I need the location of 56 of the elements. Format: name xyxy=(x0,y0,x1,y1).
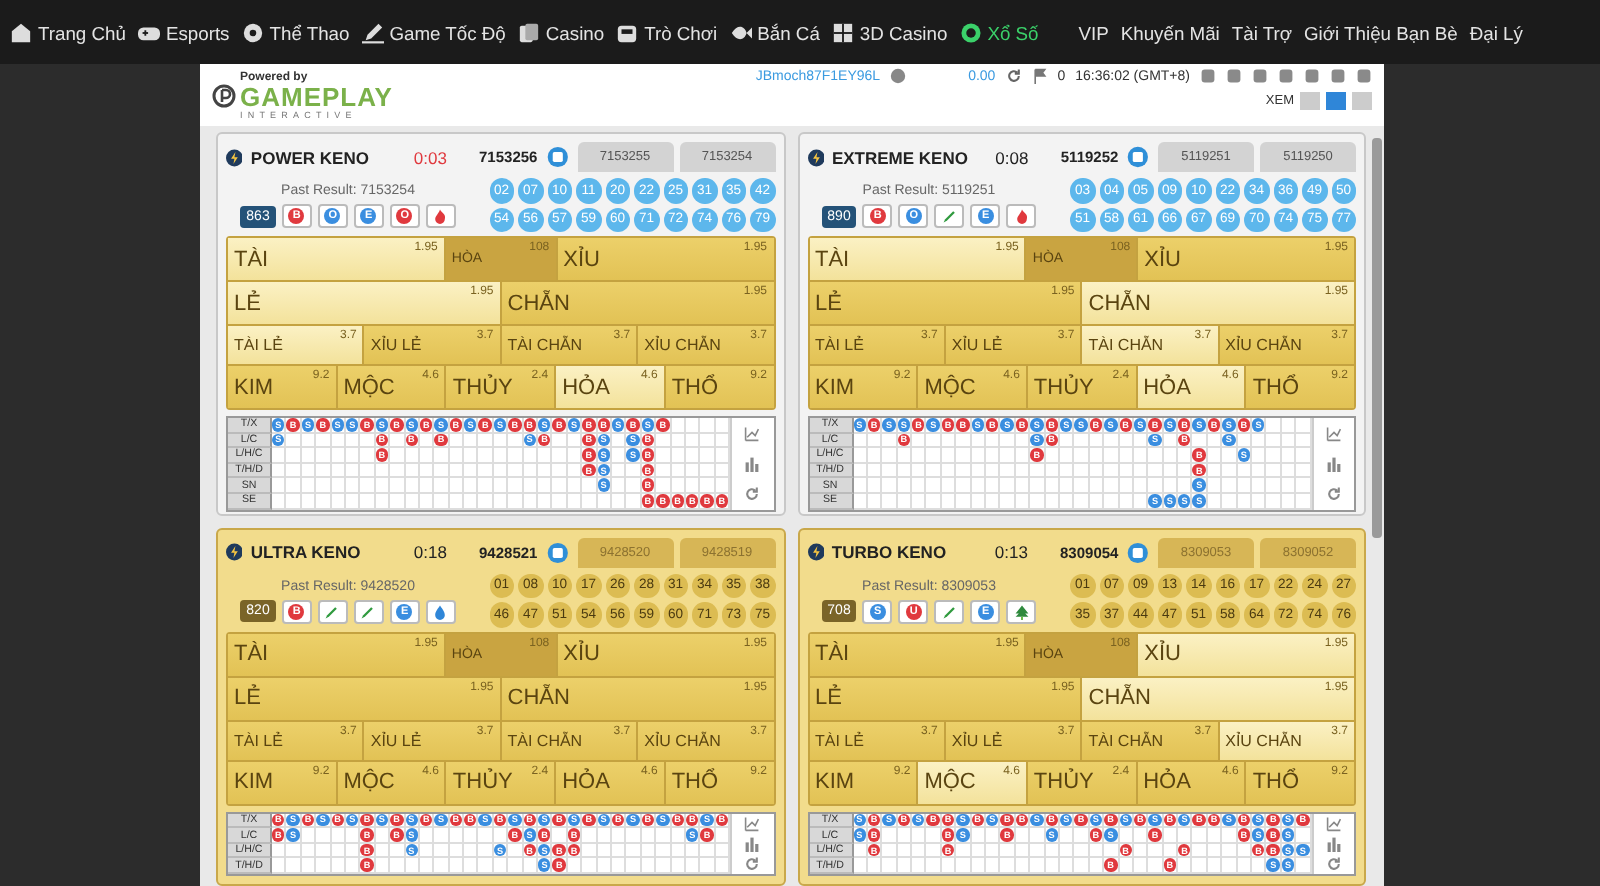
lottery-ball-icon xyxy=(959,21,982,43)
pencil-icon xyxy=(941,208,958,224)
line-chart-icon[interactable] xyxy=(744,425,761,442)
bar-chart-icon[interactable] xyxy=(744,455,761,472)
line-chart-icon[interactable] xyxy=(744,815,761,832)
game-title: EXTREME KENO xyxy=(831,147,970,167)
bar-chart-icon[interactable] xyxy=(744,835,761,852)
nav-item[interactable]: Trang Chủ xyxy=(4,17,132,47)
game-logo-icon xyxy=(226,542,243,563)
nav-item[interactable]: Trò Chơi xyxy=(610,17,724,47)
drop-icon xyxy=(432,603,449,620)
nav-item[interactable]: Thể Thao xyxy=(235,17,356,47)
nav-item[interactable]: Tài Trợ xyxy=(1225,17,1298,47)
coin-icon xyxy=(890,68,907,84)
pencil-icon xyxy=(361,21,384,43)
game-title: TURBO KENO xyxy=(831,542,949,563)
game-title: POWER KENO xyxy=(250,147,371,167)
nav-item[interactable]: VIP xyxy=(1072,17,1115,47)
game-logo-icon xyxy=(226,147,243,167)
bar-chart-icon[interactable] xyxy=(1325,835,1342,852)
nav-item[interactable]: Giới Thiệu Bạn Bè xyxy=(1298,17,1464,47)
nav-item[interactable]: Esports xyxy=(131,17,236,47)
nav-item[interactable]: Casino xyxy=(511,17,611,47)
brand-name: GAMEPLAY xyxy=(240,83,393,109)
view-toggle[interactable] xyxy=(1352,92,1372,110)
machine-icon xyxy=(616,21,639,43)
pencil-icon xyxy=(324,603,341,620)
nav-item[interactable]: Game Tốc Độ xyxy=(355,17,512,47)
ball-icon xyxy=(241,21,264,43)
countdown-timer: 0:03 xyxy=(413,147,449,167)
line-chart-icon[interactable] xyxy=(1325,425,1342,442)
line-chart-icon[interactable] xyxy=(1325,815,1342,832)
game-logo-icon xyxy=(807,147,824,167)
grid-icon xyxy=(831,21,854,43)
pencil-icon xyxy=(941,603,958,620)
view-toggle[interactable] xyxy=(1300,92,1320,110)
nav-item[interactable]: Đại Lý xyxy=(1463,17,1529,47)
game-title: ULTRA KENO xyxy=(250,542,363,563)
bar-chart-icon[interactable] xyxy=(1325,455,1342,472)
flag-icon xyxy=(1031,68,1048,84)
countdown-timer: 0:13 xyxy=(994,542,1030,563)
tree-icon xyxy=(1013,603,1030,620)
nav-item[interactable]: Bắn Cá xyxy=(723,17,826,47)
countdown-timer: 0:18 xyxy=(413,542,449,563)
nav-item[interactable]: Khuyến Mãi xyxy=(1114,17,1226,47)
scrollbar[interactable] xyxy=(1372,138,1382,538)
game-logo-icon xyxy=(807,542,824,563)
nav-item[interactable]: Xổ Số xyxy=(953,17,1045,47)
pencil-icon xyxy=(360,603,377,620)
brand-logo-icon xyxy=(212,84,236,108)
nav-item[interactable]: 3D Casino xyxy=(825,17,954,47)
countdown-timer: 0:08 xyxy=(995,147,1031,167)
cards-icon xyxy=(517,21,540,43)
fish-icon xyxy=(729,21,752,43)
home-icon xyxy=(10,21,32,43)
view-toggle[interactable] xyxy=(1326,92,1346,110)
